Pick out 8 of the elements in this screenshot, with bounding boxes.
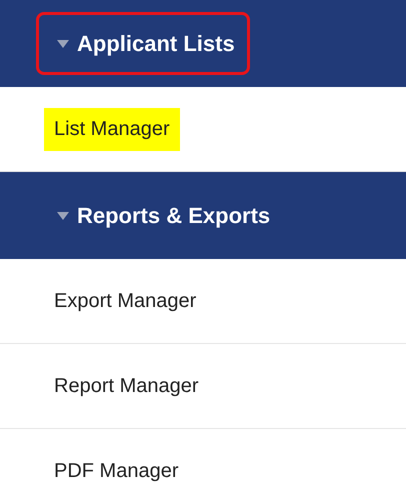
- caret-icon: [57, 38, 69, 48]
- menu-item[interactable]: List Manager: [44, 108, 180, 150]
- section-toggle[interactable]: Applicant Lists: [36, 12, 250, 75]
- menu-item[interactable]: Report Manager: [44, 364, 209, 408]
- section-toggle[interactable]: Reports & Exports: [36, 184, 286, 247]
- menu-item[interactable]: Export Manager: [44, 280, 206, 322]
- menu-item[interactable]: PDF Manager: [44, 450, 188, 489]
- caret-icon: [57, 210, 69, 220]
